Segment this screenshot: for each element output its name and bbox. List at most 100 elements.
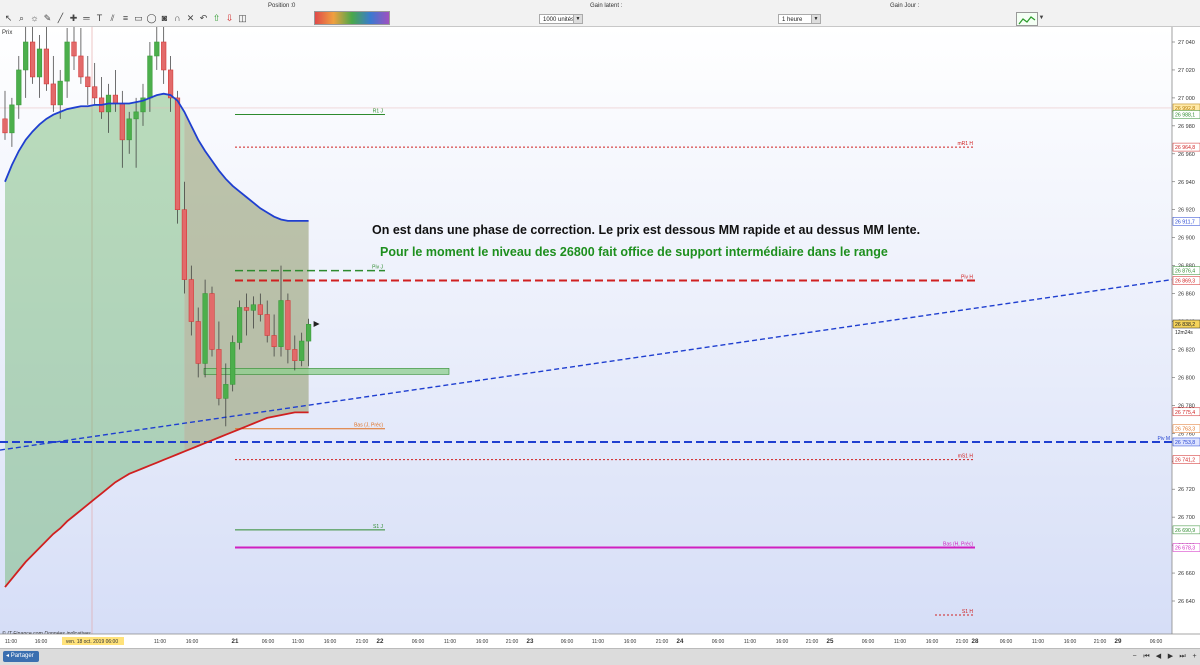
position-value: 0: [292, 3, 296, 9]
timeframe-select[interactable]: 1 heure ▼: [778, 14, 821, 24]
y-tick-label: 26 700: [1178, 515, 1195, 521]
candle-bearish: [292, 349, 298, 361]
candle-bullish: [16, 69, 22, 106]
price-tag-label: 26 876,4: [1175, 269, 1195, 275]
level-label: Piv J: [372, 265, 383, 271]
zoom-icon[interactable]: ⌕: [16, 13, 27, 23]
zoom-in-icon[interactable]: +: [1190, 652, 1199, 661]
x-tick-label: 16:00: [926, 639, 939, 645]
x-tick-label: 29: [1115, 638, 1122, 645]
x-tick-label: 06:00: [862, 639, 875, 645]
scroll-right-icon[interactable]: ▶: [1166, 652, 1175, 661]
candle-bearish: [195, 321, 201, 364]
y-tick-label: 26 800: [1178, 375, 1195, 381]
level-label: Piv M: [1158, 436, 1171, 442]
rect-icon[interactable]: ▭: [133, 13, 144, 23]
tools-icon[interactable]: ✕: [185, 13, 196, 23]
undo-icon[interactable]: ↶: [198, 13, 209, 23]
cursor-icon[interactable]: ↖: [3, 13, 14, 23]
candle-bearish: [29, 41, 36, 78]
candle-bullish: [299, 340, 305, 361]
scroll-left-icon[interactable]: ◀: [1154, 652, 1163, 661]
x-tick-label: 16:00: [624, 639, 637, 645]
line-tool-icon[interactable]: ╱: [55, 13, 66, 23]
text-tool-icon[interactable]: T: [94, 13, 105, 23]
candle-bearish: [92, 86, 98, 99]
candle-bearish: [181, 209, 188, 280]
price-tag-label: 26 690,9: [1175, 528, 1195, 534]
y-tick-label: 27 040: [1178, 40, 1195, 46]
price-chart[interactable]: 27 040 27 020 27 000 26 980 26 960 26 940 26 9…: [0, 7, 1200, 648]
scroll-end-icon[interactable]: ⏭: [1178, 652, 1187, 661]
candle-bearish: [78, 55, 84, 78]
candle-bearish: [271, 335, 277, 347]
x-tick-label: 11:00: [744, 639, 756, 645]
candle-bullish: [202, 293, 208, 364]
x-tick-label: 21: [232, 638, 239, 645]
candle-bullish: [147, 55, 153, 99]
alert-icon[interactable]: ◫: [237, 13, 248, 23]
crosshair-icon[interactable]: ✚: [68, 13, 79, 23]
x-tick-label: 06:00: [1150, 639, 1163, 645]
candle-bullish: [57, 80, 63, 106]
chart-svg[interactable]: 27 040 27 020 27 000 26 980 26 960 26 940 26 9…: [0, 7, 1200, 648]
candle-bullish: [36, 48, 43, 78]
magnet-icon[interactable]: ∩: [172, 13, 183, 23]
level-label: mR1 H: [957, 141, 973, 147]
ellipse-icon[interactable]: ◯: [146, 13, 157, 23]
chart-toolbar: ↖ ⌕ ☼ ✎ ╱ ✚ ═ T ⫽ ≡ ▭ ◯ ◙ ∩ ✕ ↶ ⇧ ⇩ ◫ Po…: [0, 0, 1200, 27]
x-tick-label: 25: [827, 638, 834, 645]
scroll-start-icon[interactable]: ⏮: [1142, 652, 1151, 661]
chart-type-button[interactable]: [1016, 12, 1038, 26]
hline-icon[interactable]: ═: [81, 13, 92, 23]
candle-bearish: [119, 103, 125, 141]
candle-bearish: [188, 279, 194, 322]
x-tick-label: 21:00: [506, 639, 519, 645]
annotation-text: Pour le moment le niveau des 26800 fait …: [380, 245, 888, 259]
x-tick-label: 21:00: [656, 639, 669, 645]
arrow-up-icon[interactable]: ⇧: [211, 13, 222, 23]
price-tag-label: 26 678,3: [1175, 545, 1195, 551]
price-tag-label: 26 964,8: [1175, 145, 1195, 151]
x-tick-label: 28: [972, 638, 979, 645]
candle-bullish: [230, 342, 236, 385]
arrow-down-icon[interactable]: ⇩: [224, 13, 235, 23]
candle-bearish: [264, 314, 270, 336]
x-tick-label: 11:00: [1032, 639, 1044, 645]
y-tick-label: 26 640: [1178, 599, 1195, 605]
candle-bearish: [161, 41, 167, 71]
timeframe-value: 1 heure: [782, 17, 803, 23]
pen-icon[interactable]: ✎: [42, 13, 53, 23]
share-button[interactable]: ◂ Partager: [3, 651, 39, 662]
candle-bearish: [209, 293, 215, 350]
x-tick-label: 06:00: [262, 639, 275, 645]
y-tick-label: 26 860: [1178, 292, 1195, 298]
price-tag-label: 26 753,8: [1175, 440, 1195, 446]
x-tick-label: 24: [677, 638, 684, 645]
sun-icon[interactable]: ☼: [29, 13, 40, 23]
y-tick-label: 27 020: [1178, 68, 1195, 74]
candle-bearish: [112, 94, 118, 104]
chevron-down-icon: ▼: [811, 15, 820, 23]
chevron-down-icon[interactable]: ▼: [1036, 13, 1047, 23]
x-tick-label: 16:00: [1064, 639, 1077, 645]
camera-icon[interactable]: ◙: [159, 13, 170, 23]
chart-type-icon: [1018, 16, 1036, 25]
x-tick-label: 22: [377, 638, 384, 645]
candle-bearish: [85, 76, 91, 88]
candle-bullish: [9, 104, 15, 134]
units-value: 1000 unités: [543, 17, 575, 23]
chevron-down-icon: ▼: [573, 15, 582, 23]
y-tick-label: 26 920: [1178, 208, 1195, 214]
y-tick-label: 26 900: [1178, 236, 1195, 242]
candle-bearish: [168, 69, 174, 99]
candle-bearish: [243, 307, 250, 311]
color-palette[interactable]: [314, 11, 390, 25]
x-tick-label: 16:00: [776, 639, 789, 645]
fib-icon[interactable]: ≡: [120, 13, 131, 23]
zoom-out-icon[interactable]: −: [1130, 652, 1139, 661]
candle-bullish: [126, 118, 132, 141]
units-select[interactable]: 1000 unités ▼: [539, 14, 583, 24]
channel-icon[interactable]: ⫽: [107, 13, 118, 23]
candle-bearish: [285, 300, 291, 350]
